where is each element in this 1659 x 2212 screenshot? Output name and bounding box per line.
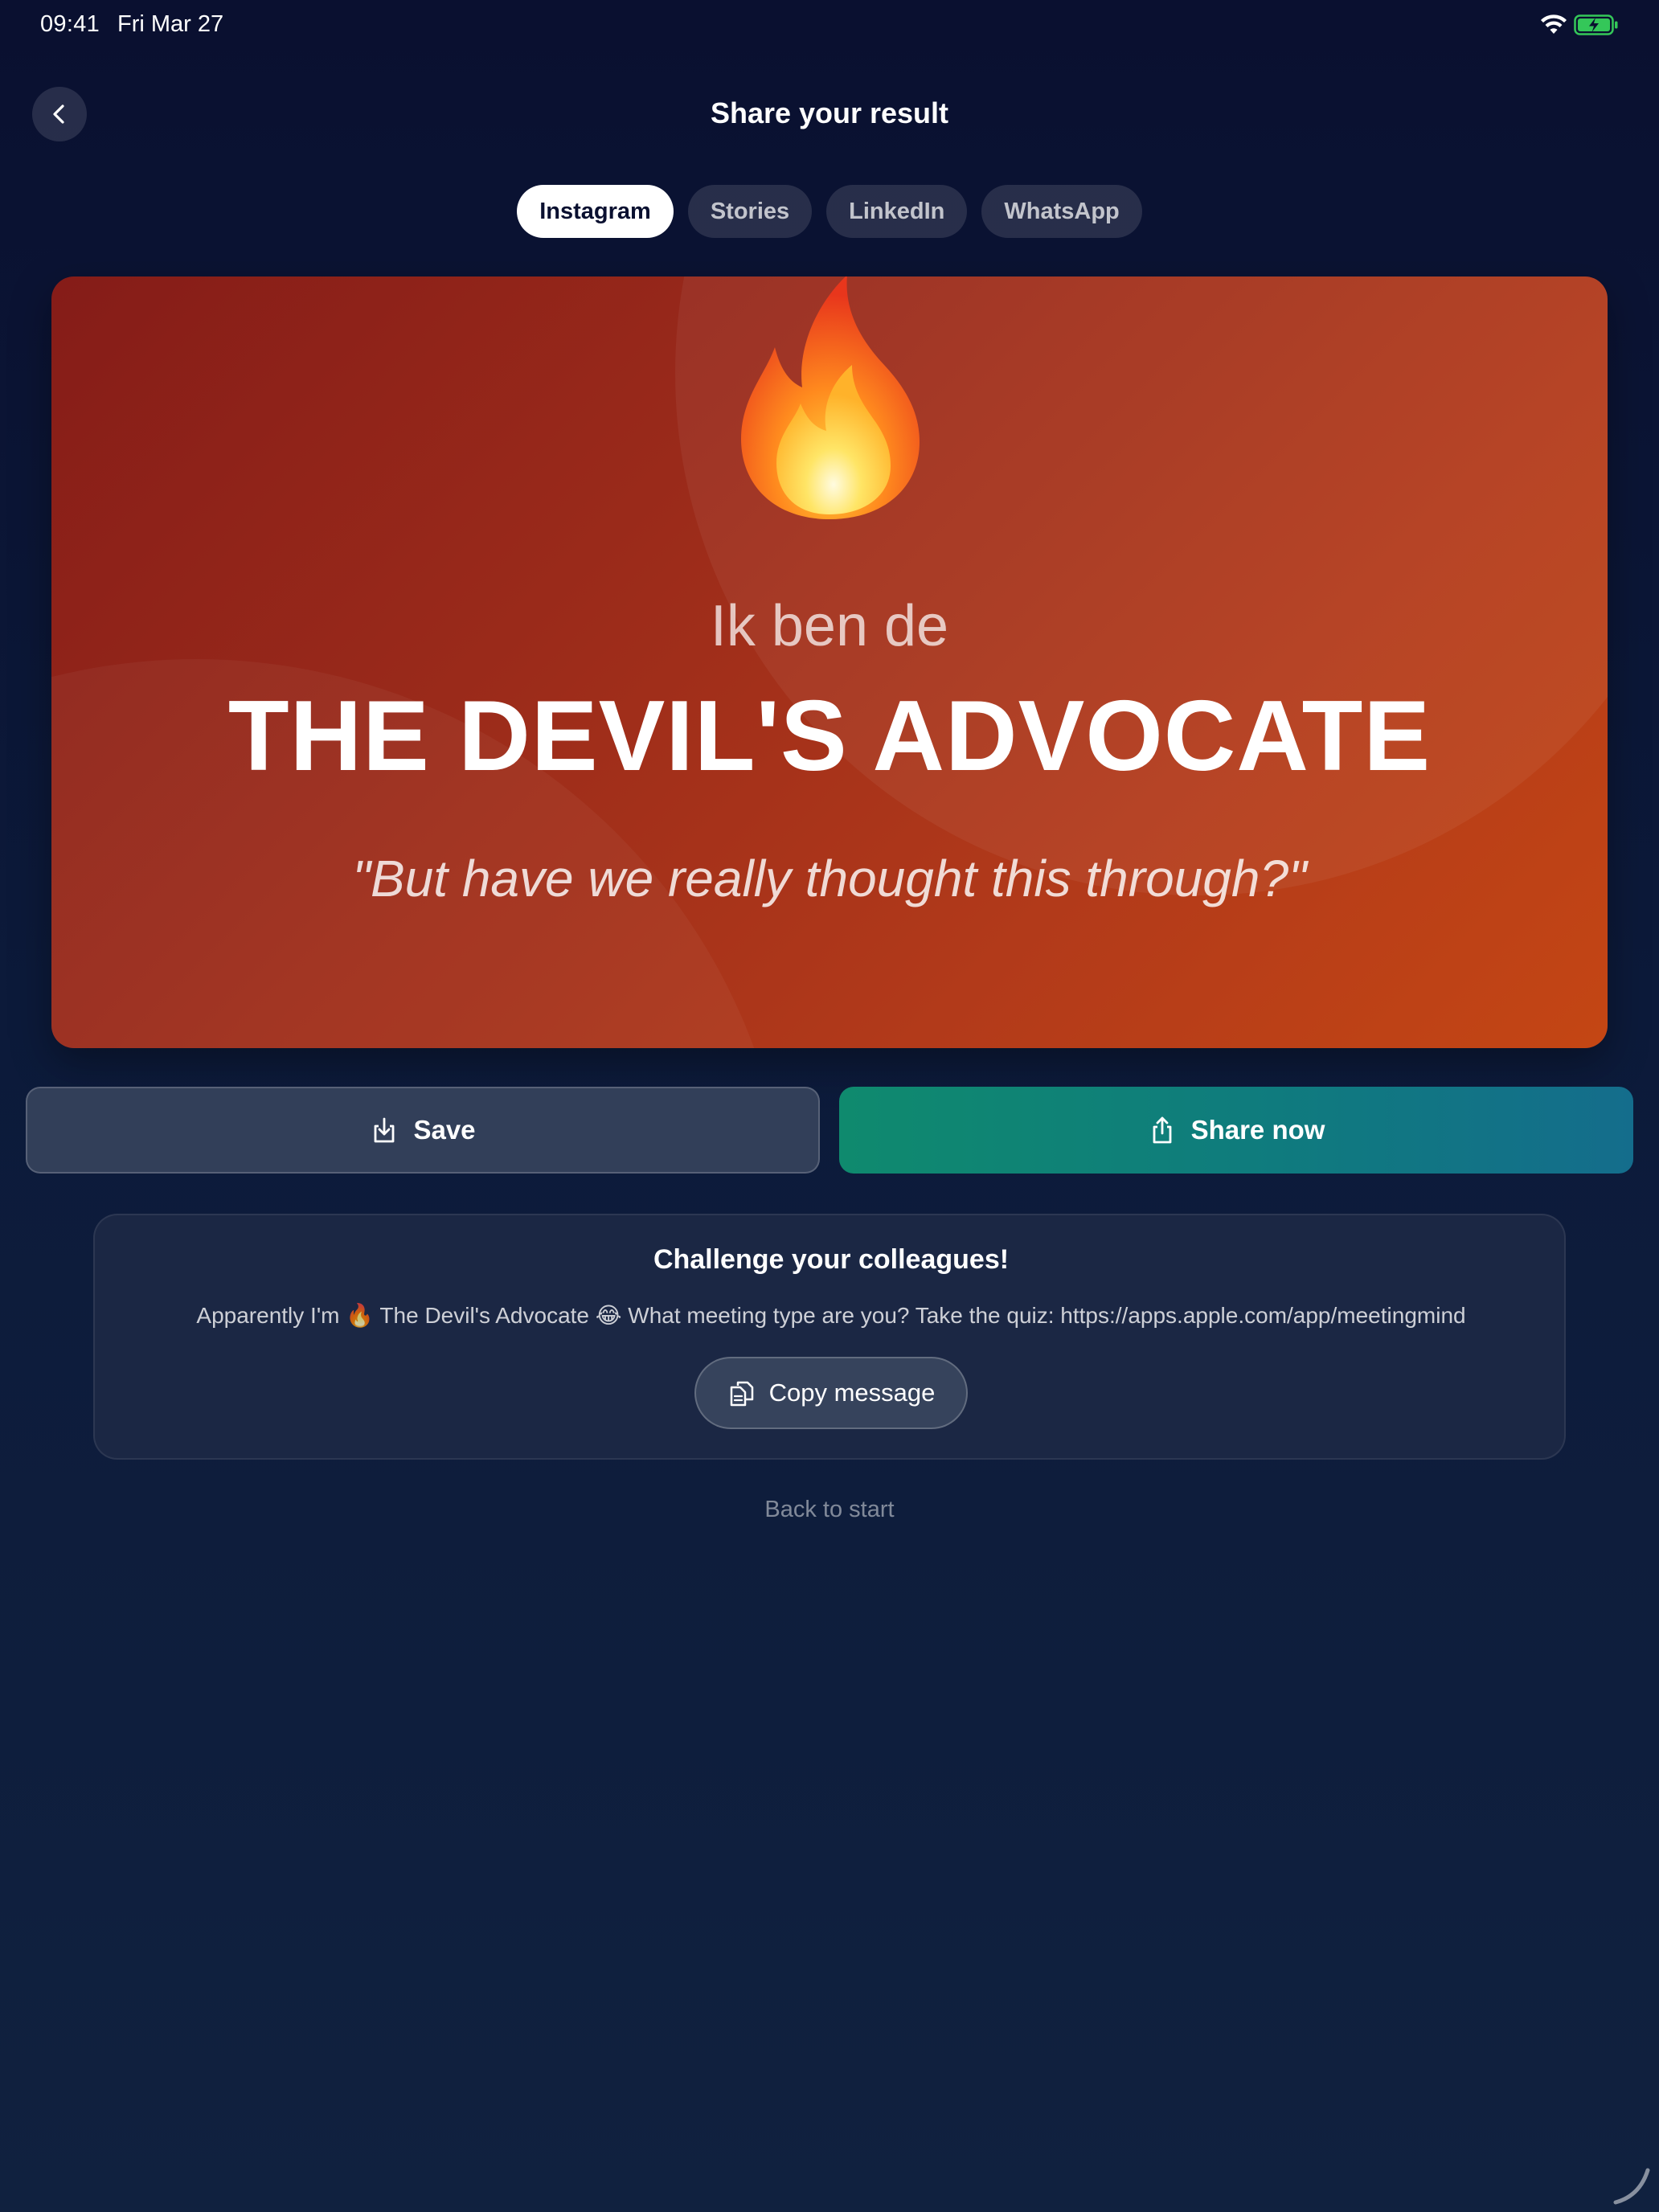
status-date: Fri Mar 27 [117,11,224,37]
challenge-message: Apparently I'm 🔥 The Devil's Advocate 😂 … [196,1303,1466,1328]
wifi-icon [1541,14,1567,34]
result-quote: "But have we really thought this through… [352,850,1307,907]
share-icon [1153,1116,1171,1144]
challenge-panel: Challenge your colleagues! Apparently I'… [93,1214,1566,1460]
challenge-title: Challenge your colleagues! [653,1244,1010,1275]
result-intro: Ik ben de [710,594,949,658]
result-card: Ik ben de THE DEVIL'S ADVOCATE "But have… [51,276,1608,1048]
fire-emoji [741,276,920,519]
copy-message-label: Copy message [768,1378,936,1407]
save-button[interactable]: Save [26,1087,820,1174]
save-label: Save [413,1115,476,1145]
share-platform-tabs: Instagram Stories LinkedIn WhatsApp [0,185,1659,238]
tab-stories[interactable]: Stories [687,185,813,238]
result-type-headline: THE DEVIL'S ADVOCATE [227,681,1432,792]
status-bar: 09:41 Fri Mar 27 [0,0,1659,51]
page-title: Share your result [710,96,949,129]
copy-message-button[interactable]: Copy message [694,1357,968,1429]
tab-linkedin[interactable]: LinkedIn [826,185,968,238]
battery-charging-icon [1574,14,1618,35]
share-now-label: Share now [1190,1115,1325,1145]
copy-icon [730,1381,753,1407]
resize-handle-icon [1613,2168,1650,2205]
download-icon [375,1117,395,1143]
share-now-button[interactable]: Share now [839,1087,1633,1174]
tab-whatsapp[interactable]: WhatsApp [981,185,1142,238]
status-time: 09:41 [40,11,100,37]
tab-instagram[interactable]: Instagram [517,185,674,238]
back-to-start-link[interactable]: Back to start [0,1497,1659,1523]
